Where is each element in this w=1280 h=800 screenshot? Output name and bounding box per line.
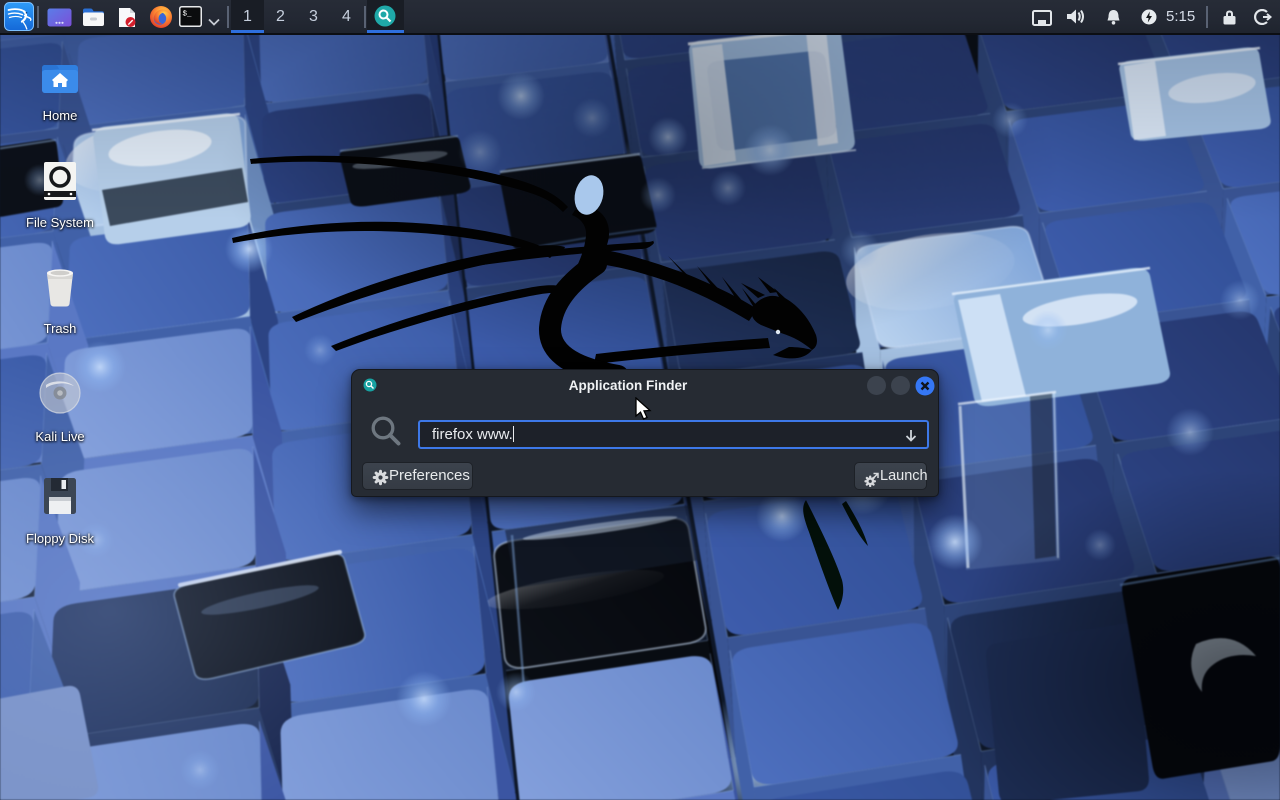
svg-text:$_: $_ [183,11,193,19]
